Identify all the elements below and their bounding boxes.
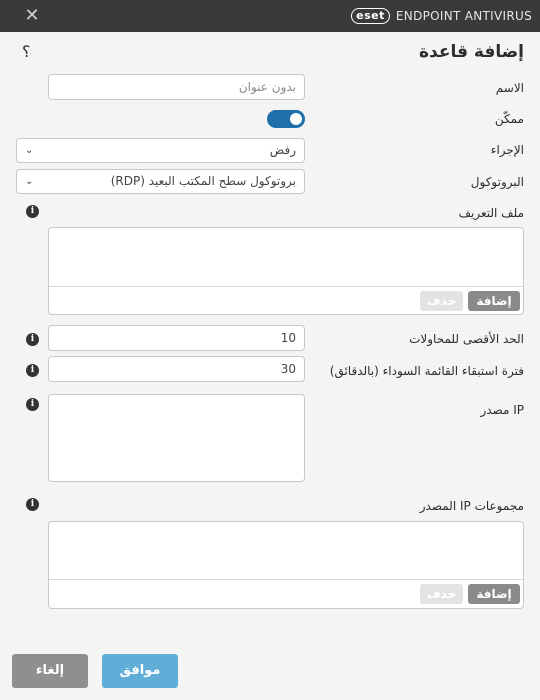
- action-select[interactable]: رفض ⌄: [16, 138, 305, 163]
- source-ip-groups-list[interactable]: إضافة حذف: [48, 521, 524, 609]
- info-icon[interactable]: i: [26, 398, 39, 411]
- source-ip-label: IP مصدر: [480, 403, 524, 417]
- groups-add-button[interactable]: إضافة: [468, 584, 520, 604]
- profile-list[interactable]: إضافة حذف: [48, 227, 524, 315]
- groups-delete-button[interactable]: حذف: [420, 584, 463, 604]
- source-ip-groups-label: مجموعات IP المصدر: [419, 499, 524, 513]
- profile-label: ملف التعريف: [458, 206, 524, 220]
- action-label: الإجراء: [490, 143, 524, 157]
- protocol-label: البروتوكول: [470, 175, 524, 189]
- enabled-label: ممكّن: [494, 112, 524, 126]
- name-label: الاسم: [495, 81, 524, 95]
- blacklist-retention-label: فترة استبقاء القائمة السوداء (بالدقائق): [329, 364, 524, 378]
- max-attempts-input[interactable]: [48, 325, 305, 351]
- brand: eset ENDPOINT ANTIVIRUS: [351, 8, 532, 24]
- blacklist-retention-input[interactable]: [48, 356, 305, 382]
- protocol-select[interactable]: بروتوكول سطح المكتب البعيد (RDP) ⌄: [16, 169, 305, 194]
- page-title: إضافة قاعدة: [419, 42, 524, 62]
- info-icon[interactable]: i: [26, 498, 39, 511]
- product-name: ENDPOINT ANTIVIRUS: [395, 9, 532, 23]
- eset-logo: eset: [351, 8, 390, 24]
- chevron-down-icon: ⌄: [25, 176, 34, 187]
- enabled-toggle[interactable]: [267, 110, 305, 128]
- action-select-value: رفض: [269, 143, 296, 157]
- info-icon[interactable]: i: [26, 205, 39, 218]
- profile-delete-button[interactable]: حذف: [420, 291, 463, 311]
- list-divider: [49, 286, 523, 287]
- title-bar: ✕ eset ENDPOINT ANTIVIRUS: [0, 0, 540, 32]
- ok-button[interactable]: موافق: [102, 654, 178, 688]
- list-divider: [49, 579, 523, 580]
- protocol-select-value: بروتوكول سطح المكتب البعيد (RDP): [110, 174, 296, 188]
- help-icon[interactable]: ؟: [22, 42, 31, 61]
- info-icon[interactable]: i: [26, 364, 39, 377]
- source-ip-textarea[interactable]: [48, 394, 305, 482]
- chevron-down-icon: ⌄: [25, 145, 34, 156]
- toggle-knob: [290, 113, 302, 125]
- name-input[interactable]: [48, 74, 305, 100]
- max-attempts-label: الحد الأقصى للمحاولات: [409, 332, 524, 346]
- info-icon[interactable]: i: [26, 333, 39, 346]
- profile-add-button[interactable]: إضافة: [468, 291, 520, 311]
- close-icon[interactable]: ✕: [22, 6, 42, 26]
- cancel-button[interactable]: إلغاء: [12, 654, 88, 688]
